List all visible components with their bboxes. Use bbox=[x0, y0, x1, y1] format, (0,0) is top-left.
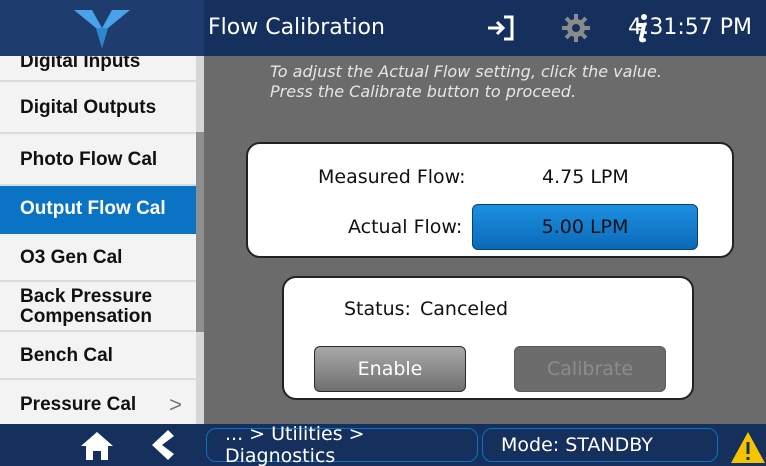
sidebar-item-label: Pressure Cal bbox=[20, 394, 137, 415]
actual-flow-button[interactable]: 5.00 LPM bbox=[472, 204, 698, 250]
sidebar-item-label-line2: Compensation bbox=[20, 306, 152, 327]
status-panel: Status: Canceled Enable Calibrate bbox=[282, 276, 694, 400]
measured-flow-value: 4.75 LPM bbox=[542, 166, 629, 188]
sidebar-item-label: Bench Cal bbox=[20, 345, 113, 366]
sidebar-item-output-flow-cal[interactable]: Output Flow Cal bbox=[0, 186, 196, 234]
breadcrumb[interactable]: ... > Utilities > Diagnostics bbox=[206, 423, 478, 466]
scrollbar-thumb[interactable] bbox=[196, 132, 204, 332]
mode-indicator: Mode: STANDBY bbox=[482, 428, 718, 462]
status-value: Canceled bbox=[420, 298, 509, 320]
enable-button[interactable]: Enable bbox=[314, 346, 466, 392]
instructions: To adjust the Actual Flow setting, click… bbox=[270, 62, 662, 102]
sidebar-item-digital-inputs[interactable]: Digital Inputs bbox=[0, 56, 196, 82]
header-bar: Flow Calibration 4:31:57 PM bbox=[0, 0, 766, 56]
instruction-line-1: To adjust the Actual Flow setting, click… bbox=[270, 62, 662, 81]
sidebar-item-label: Digital Inputs bbox=[20, 56, 141, 72]
logo-icon bbox=[74, 10, 130, 48]
sidebar: Digital Inputs Digital Outputs Photo Flo… bbox=[0, 56, 196, 424]
exit-icon[interactable] bbox=[480, 8, 520, 48]
status-label: Status: bbox=[344, 298, 411, 320]
chevron-right-icon: > bbox=[169, 392, 182, 417]
clock: 4:31:57 PM bbox=[627, 15, 752, 40]
sidebar-item-bench-cal[interactable]: Bench Cal bbox=[0, 334, 196, 380]
warning-icon[interactable] bbox=[730, 430, 766, 464]
sidebar-item-label-line1: Back Pressure bbox=[20, 286, 153, 307]
sidebar-item-label: O3 Gen Cal bbox=[20, 247, 123, 268]
sidebar-item-pressure-cal[interactable]: Pressure Cal > bbox=[0, 382, 196, 424]
sidebar-item-back-pressure-compensation[interactable]: Back Pressure Compensation bbox=[0, 284, 196, 332]
home-icon[interactable] bbox=[80, 430, 114, 462]
gear-icon[interactable] bbox=[556, 8, 596, 48]
sidebar-item-o3-gen-cal[interactable]: O3 Gen Cal bbox=[0, 236, 196, 282]
calibrate-button[interactable]: Calibrate bbox=[514, 346, 666, 392]
logo bbox=[0, 0, 204, 56]
measured-flow-label: Measured Flow: bbox=[318, 166, 466, 188]
sidebar-item-photo-flow-cal[interactable]: Photo Flow Cal bbox=[0, 136, 196, 186]
instruction-line-2: Press the Calibrate button to proceed. bbox=[270, 82, 577, 101]
page-title: Flow Calibration bbox=[208, 15, 385, 40]
flow-panel: Measured Flow: 4.75 LPM Actual Flow: 5.0… bbox=[246, 142, 734, 258]
actual-flow-label: Actual Flow: bbox=[348, 216, 463, 238]
sidebar-item-label: Digital Outputs bbox=[20, 97, 157, 118]
main-content: To adjust the Actual Flow setting, click… bbox=[204, 56, 766, 424]
sidebar-item-label: Photo Flow Cal bbox=[20, 149, 158, 170]
footer-bar: ... > Utilities > Diagnostics Mode: STAN… bbox=[0, 423, 766, 466]
sidebar-item-digital-outputs[interactable]: Digital Outputs bbox=[0, 84, 196, 134]
back-icon[interactable] bbox=[146, 428, 176, 462]
sidebar-scrollbar[interactable] bbox=[196, 56, 204, 424]
sidebar-item-label: Output Flow Cal bbox=[20, 198, 166, 219]
